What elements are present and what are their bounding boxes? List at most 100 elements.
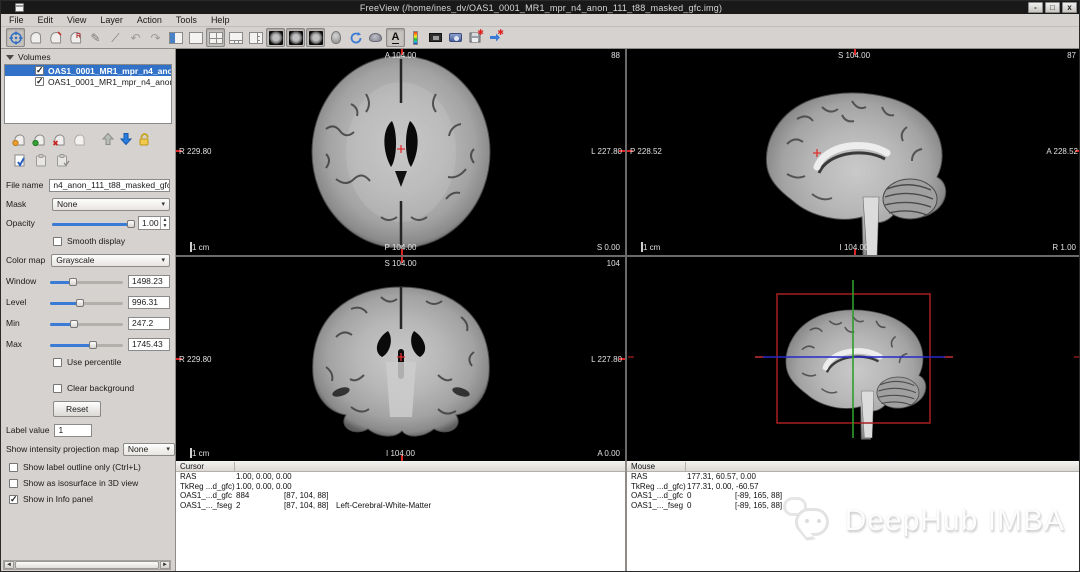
save-point-icon[interactable]: ✱ <box>466 28 485 47</box>
maximize-button[interactable]: □ <box>1045 2 1060 13</box>
navigate-icon[interactable] <box>6 28 25 47</box>
view-coronal-icon[interactable] <box>286 28 305 47</box>
pointset-edit-icon[interactable]: ✎ <box>86 28 105 47</box>
undo-icon[interactable]: ↶ <box>126 28 145 47</box>
view-sagittal-icon[interactable] <box>306 28 325 47</box>
menu-help[interactable]: Help <box>211 15 230 25</box>
volume-list-item[interactable]: OAS1_0001_MR1_mpr_n4_anon_11... <box>5 76 171 87</box>
sagittal-corner-label: R 1.00 <box>1052 243 1076 252</box>
volume-visible-checkbox[interactable] <box>35 66 44 75</box>
view-3d-icon[interactable] <box>326 28 345 47</box>
minimize-button[interactable]: - <box>1028 2 1043 13</box>
layout-1x1-icon[interactable] <box>186 28 205 47</box>
close-button[interactable]: x <box>1062 2 1077 13</box>
min-slider[interactable] <box>50 317 123 330</box>
file-name-input[interactable]: n4_anon_111_t88_masked_gfc.img <box>49 179 170 192</box>
axial-bottom-label: P 104.00 <box>385 243 417 252</box>
colorbar-icon[interactable] <box>406 28 425 47</box>
goto-point-icon[interactable]: ✱ <box>486 28 505 47</box>
voxel-edit-icon[interactable] <box>26 28 45 47</box>
level-slider[interactable] <box>50 296 123 309</box>
max-input[interactable]: 1745.43 <box>128 338 170 351</box>
window-title: FreeView (/home/ines_dv/OAS1_0001_MR1_mp… <box>1 3 1080 13</box>
chevron-down-icon: ▾ <box>161 200 165 208</box>
label-outline-checkbox[interactable] <box>9 463 18 472</box>
layout-sidebar-icon[interactable] <box>166 28 185 47</box>
level-input[interactable]: 996.31 <box>128 296 170 309</box>
opacity-spinbox[interactable]: 1.00 ▲▼ <box>138 216 170 230</box>
layout-1x3-icon[interactable] <box>226 28 245 47</box>
coronal-corner-label: A 0.00 <box>597 449 620 458</box>
isosurface-checkbox[interactable] <box>9 479 18 488</box>
move-layer-up-icon[interactable] <box>101 132 115 148</box>
menu-action[interactable]: Action <box>137 15 162 25</box>
volume-toolbar-2 <box>1 148 175 170</box>
spin-up-icon[interactable]: ▲ <box>163 218 168 222</box>
menu-edit[interactable]: Edit <box>38 15 54 25</box>
volumes-header[interactable]: Volumes <box>1 49 175 64</box>
menu-file[interactable]: File <box>9 15 24 25</box>
sagittal-scale-bar: 1 cm <box>641 243 660 252</box>
screenshot-icon[interactable] <box>426 28 445 47</box>
reset-views-icon[interactable] <box>346 28 365 47</box>
roi-edit-icon[interactable]: R <box>66 28 85 47</box>
watermark: DeepHub IMBA <box>781 497 1065 545</box>
menu-layer[interactable]: Layer <box>100 15 123 25</box>
menu-tools[interactable]: Tools <box>176 15 197 25</box>
axial-view[interactable]: A 104.00 88 R 229.80 L 227.80 P 104.00 S… <box>176 49 625 255</box>
layout-3x1-icon[interactable] <box>246 28 265 47</box>
move-layer-down-icon[interactable] <box>119 132 133 148</box>
coronal-view[interactable]: S 104.00 104 R 229.80 L 227.80 I 104.00 … <box>176 257 625 461</box>
sidebar-horizontal-scrollbar[interactable]: ◄ ► <box>3 560 171 570</box>
view-grid: A 104.00 88 R 229.80 L 227.80 P 104.00 S… <box>176 49 1080 461</box>
show-slices-icon[interactable] <box>366 28 385 47</box>
projection-select[interactable]: None▾ <box>123 443 175 456</box>
layout-2x2-icon[interactable] <box>206 28 225 47</box>
clear-background-checkbox[interactable] <box>53 384 62 393</box>
watermark-text: DeepHub IMBA <box>845 504 1065 538</box>
show-info-panel-label: Show in Info panel <box>23 494 93 504</box>
volume-visible-checkbox[interactable] <box>35 77 44 86</box>
use-percentile-checkbox[interactable] <box>53 358 62 367</box>
volume-new-icon[interactable] <box>11 132 27 149</box>
view-axial-icon[interactable] <box>266 28 285 47</box>
recon-edit-icon[interactable] <box>46 28 65 47</box>
redo-icon[interactable]: ↷ <box>146 28 165 47</box>
volume-load-icon[interactable] <box>31 132 47 149</box>
opacity-slider[interactable] <box>52 217 133 230</box>
reset-button[interactable]: Reset <box>53 401 101 417</box>
view-3d[interactable] <box>627 257 1080 461</box>
paste-settings-icon[interactable] <box>34 154 49 170</box>
info-row: RAS1.00, 0.00, 0.00 <box>176 472 625 482</box>
scrollbar-thumb[interactable] <box>15 561 159 569</box>
window-label: Window <box>6 276 44 286</box>
coronal-top-label: S 104.00 <box>384 259 416 268</box>
spin-down-icon[interactable]: ▼ <box>163 224 168 228</box>
menu-view[interactable]: View <box>67 15 86 25</box>
min-input[interactable]: 247.2 <box>128 317 170 330</box>
record-movie-icon[interactable] <box>446 28 465 47</box>
show-info-panel-checkbox[interactable] <box>9 495 18 504</box>
volume-list-item[interactable]: OAS1_0001_MR1_mpr_n4_anon_... <box>5 65 171 76</box>
label-value-input[interactable]: 1 <box>54 424 92 437</box>
max-slider[interactable] <box>50 338 123 351</box>
titlebar: FreeView (/home/ines_dv/OAS1_0001_MR1_mp… <box>1 1 1080 14</box>
volume-save-icon[interactable] <box>71 132 87 149</box>
axial-corner-label: S 0.00 <box>597 243 620 252</box>
path-tool-icon[interactable]: ⟋ <box>106 28 125 47</box>
scroll-left-icon[interactable]: ◄ <box>4 561 14 569</box>
paste-settings-all-icon[interactable] <box>55 154 70 170</box>
info-row: TkReg ...d_gfc)1.00, 0.00, 0.00 <box>176 482 625 492</box>
window-slider[interactable] <box>50 275 123 288</box>
smooth-display-checkbox[interactable] <box>53 237 62 246</box>
scroll-right-icon[interactable]: ► <box>160 561 170 569</box>
mask-select[interactable]: None▾ <box>52 198 170 211</box>
lock-layer-icon[interactable] <box>137 132 151 148</box>
annotation-icon[interactable]: A <box>386 28 405 47</box>
window-input[interactable]: 1498.23 <box>128 275 170 288</box>
color-map-select[interactable]: Grayscale▾ <box>51 254 170 267</box>
volume-close-icon[interactable] <box>51 132 67 149</box>
copy-settings-icon[interactable] <box>13 154 28 170</box>
smooth-display-label: Smooth display <box>67 236 125 246</box>
sagittal-view[interactable]: S 104.00 87 P 228.52 A 228.52 I 104.00 R… <box>627 49 1080 255</box>
